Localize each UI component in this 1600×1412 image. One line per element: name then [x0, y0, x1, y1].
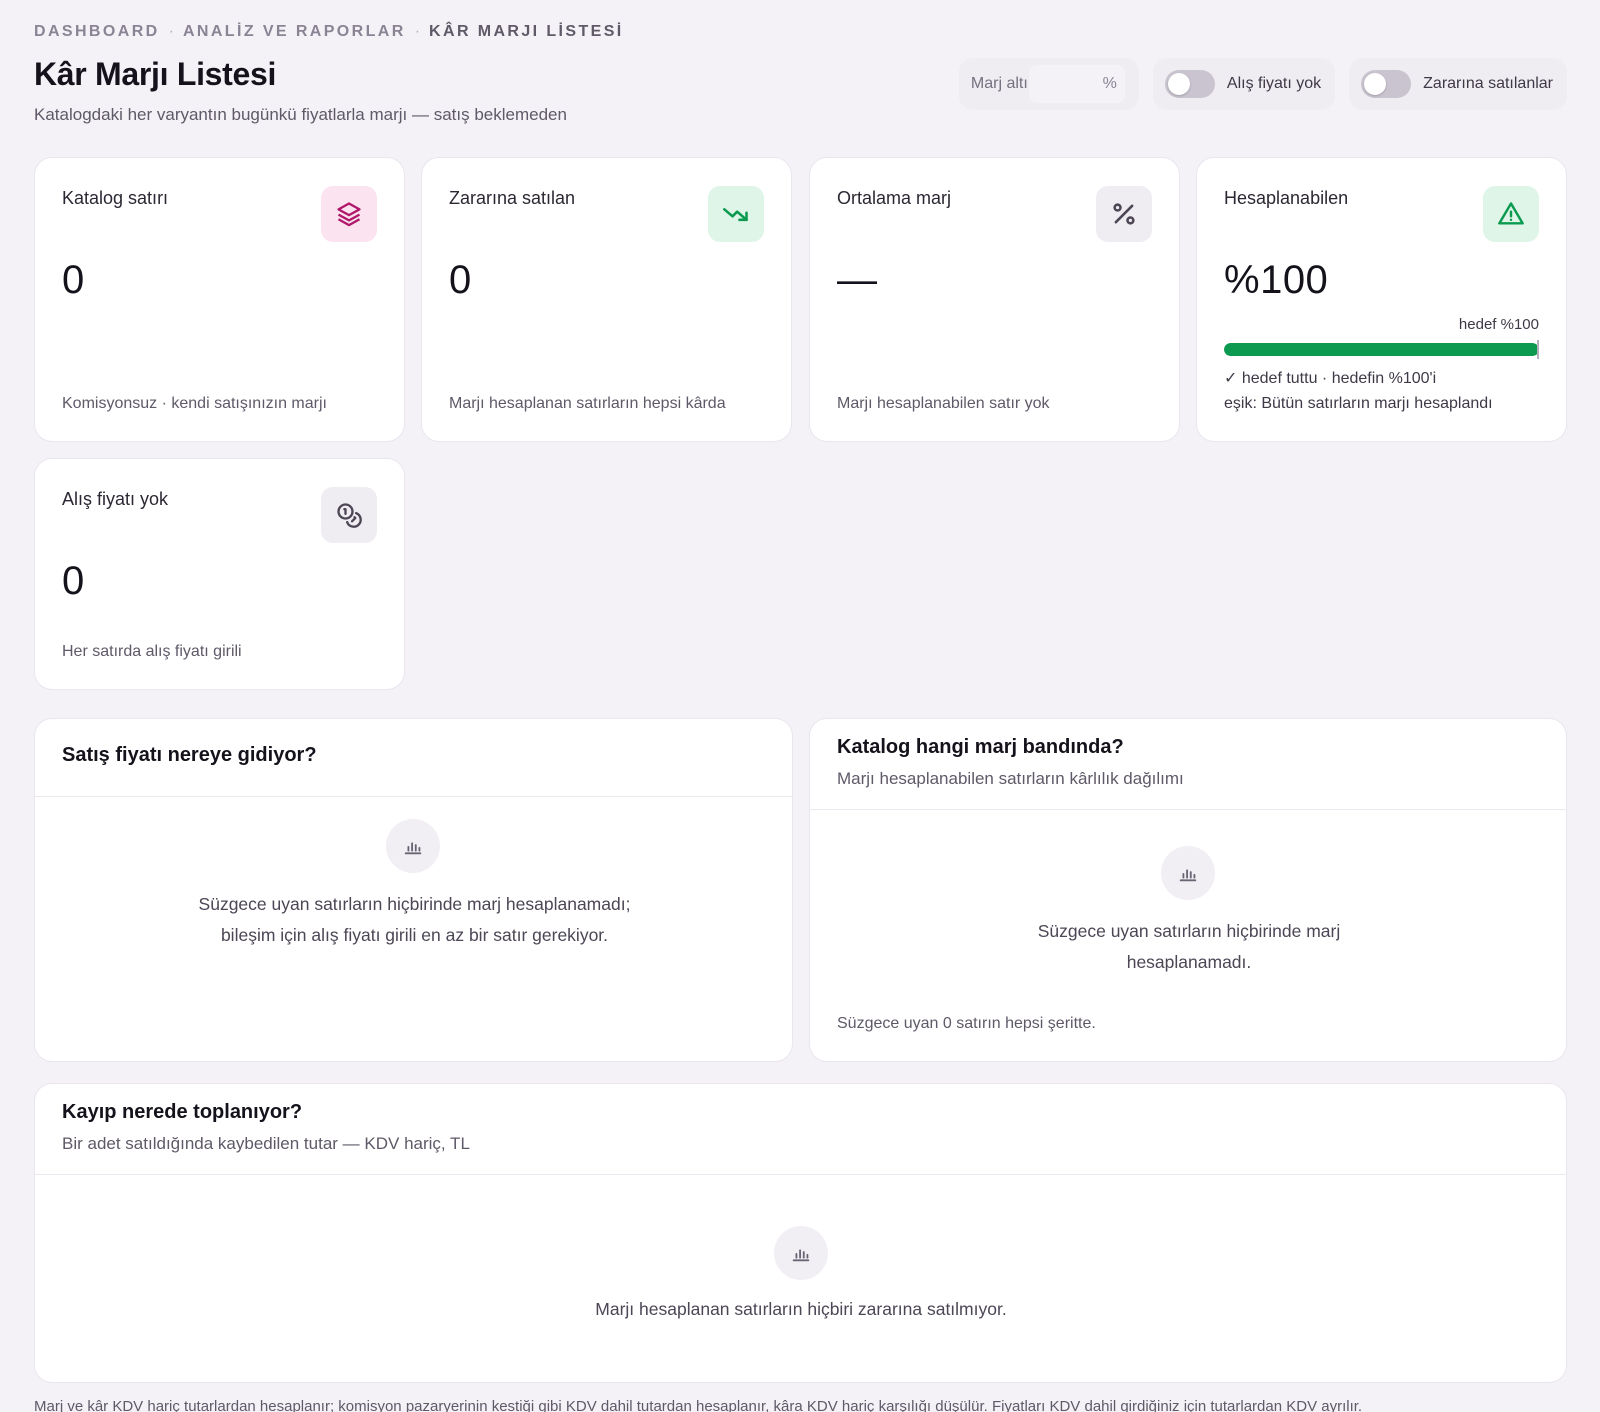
layers-icon [321, 186, 377, 242]
loss-toggle[interactable] [1361, 70, 1412, 98]
trending-down-icon [708, 186, 764, 242]
coins-icon [321, 487, 377, 543]
loss-toggle-label: Zararına satılanlar [1423, 75, 1553, 92]
kpi-label: Zararına satılan [449, 188, 576, 208]
breadcrumb-reports[interactable]: ANALİZ VE RAPORLAR [183, 23, 406, 41]
alert-triangle-icon [1483, 186, 1539, 242]
footer-note: Marj ve kâr KDV hariç tutarlardan hesapl… [34, 1398, 1363, 1412]
kpi-value: 0 [449, 258, 472, 302]
panel-margin-band: Katalog hangi marj bandında? Marjı hesap… [809, 718, 1567, 1062]
kpi-label: Hesaplanabilen [1224, 188, 1349, 208]
margin-below-label: Marj altı [970, 75, 1028, 92]
percent-icon [1096, 186, 1152, 242]
margin-below-filter: Marj altı % [958, 58, 1139, 110]
panel-header: Satış fiyatı nereye gidiyor? [35, 719, 792, 797]
filter-bar: Marj altı % Alış fiyatı yok Zararına sat… [958, 58, 1567, 110]
empty-state-text: Süzgece uyan satırların hiçbirinde marj … [198, 894, 631, 945]
panel-subtitle: Marjı hesaplanabilen satırların kârlılık… [837, 769, 1184, 788]
kpi-label: Alış fiyatı yok [62, 489, 169, 509]
band-footnote: Süzgece uyan 0 satırın hepsi şeritte. [837, 1015, 1096, 1032]
breadcrumb: DASHBOARD · ANALİZ VE RAPORLAR · KÂR MAR… [34, 23, 624, 41]
panel-header: Kayıp nerede toplanıyor? Bir adet satıld… [35, 1084, 1566, 1175]
page-subtitle: Katalogdaki her varyantın bugünkü fiyatl… [34, 105, 567, 124]
target-label: hedef %100 [1458, 316, 1539, 333]
target-marker [1537, 340, 1539, 359]
panel-subtitle: Bir adet satıldığında kaybedilen tutar —… [62, 1134, 470, 1153]
target-status: ✓ hedef tuttu · hedefin %100'i [1224, 370, 1437, 387]
kpi-note: Marjı hesaplanan satırların hepsi kârda [449, 395, 726, 412]
kpi-card-average-margin: Ortalama marj — Marjı hesaplanabilen sat… [809, 157, 1180, 442]
panel-title: Kayıp nerede toplanıyor? [62, 1101, 303, 1123]
percent-unit: % [1102, 75, 1117, 92]
bar-chart-icon [1161, 846, 1215, 900]
bar-chart-icon [774, 1226, 828, 1280]
threshold-note: eşik: Bütün satırların marjı hesaplandı [1224, 395, 1493, 412]
breadcrumb-separator: · [168, 23, 174, 40]
progress-fill [1224, 343, 1539, 356]
kpi-card-loss-selling: Zararına satılan 0 Marjı hesaplanan satı… [421, 157, 792, 442]
kpi-card-computable: Hesaplanabilen %100 hedef %100 ✓ hedef t… [1196, 157, 1567, 442]
breadcrumb-current: KÂR MARJI LİSTESİ [429, 23, 624, 40]
panel-price-breakdown: Satış fiyatı nereye gidiyor? Süzgece uya… [34, 718, 793, 1062]
kpi-label: Ortalama marj [837, 188, 952, 208]
kpi-value: 0 [62, 258, 85, 302]
kpi-note: Her satırda alış fiyatı girili [62, 643, 242, 660]
progress-bar [1224, 343, 1539, 356]
bar-chart-icon [386, 819, 440, 873]
breadcrumb-dashboard[interactable]: DASHBOARD [34, 23, 160, 41]
kpi-note: Marjı hesaplanabilen satır yok [837, 395, 1050, 412]
kpi-value: — [837, 258, 878, 302]
no-cost-toggle-filter[interactable]: Alış fiyatı yok [1152, 58, 1336, 110]
kpi-note: Komisyonsuz · kendi satışınızın marjı [62, 395, 327, 412]
page-title: Kâr Marjı Listesi [34, 56, 277, 92]
panel-loss-concentration: Kayıp nerede toplanıyor? Bir adet satıld… [34, 1083, 1567, 1383]
empty-state-text: Marjı hesaplanan satırların hiçbiri zara… [595, 1299, 1007, 1319]
no-cost-toggle-label: Alış fiyatı yok [1226, 75, 1322, 92]
margin-below-input[interactable]: % [1028, 65, 1125, 103]
kpi-card-no-cost: Alış fiyatı yok 0 Her satırda alış fiyat… [34, 458, 405, 690]
loss-toggle-filter[interactable]: Zararına satılanlar [1349, 58, 1567, 110]
kpi-value: %100 [1224, 258, 1329, 302]
empty-state-text: Süzgece uyan satırların hiçbirinde marj … [1037, 921, 1341, 972]
kpi-card-catalog-rows: Katalog satırı 0 Komisyonsuz · kendi sat… [34, 157, 405, 442]
panel-title: Katalog hangi marj bandında? [837, 736, 1124, 758]
breadcrumb-separator: · [414, 23, 421, 40]
panel-title: Satış fiyatı nereye gidiyor? [62, 744, 317, 766]
panel-header: Katalog hangi marj bandında? Marjı hesap… [810, 719, 1566, 810]
no-cost-toggle[interactable] [1164, 70, 1215, 98]
kpi-label: Katalog satırı [62, 188, 169, 208]
kpi-value: 0 [62, 559, 85, 603]
